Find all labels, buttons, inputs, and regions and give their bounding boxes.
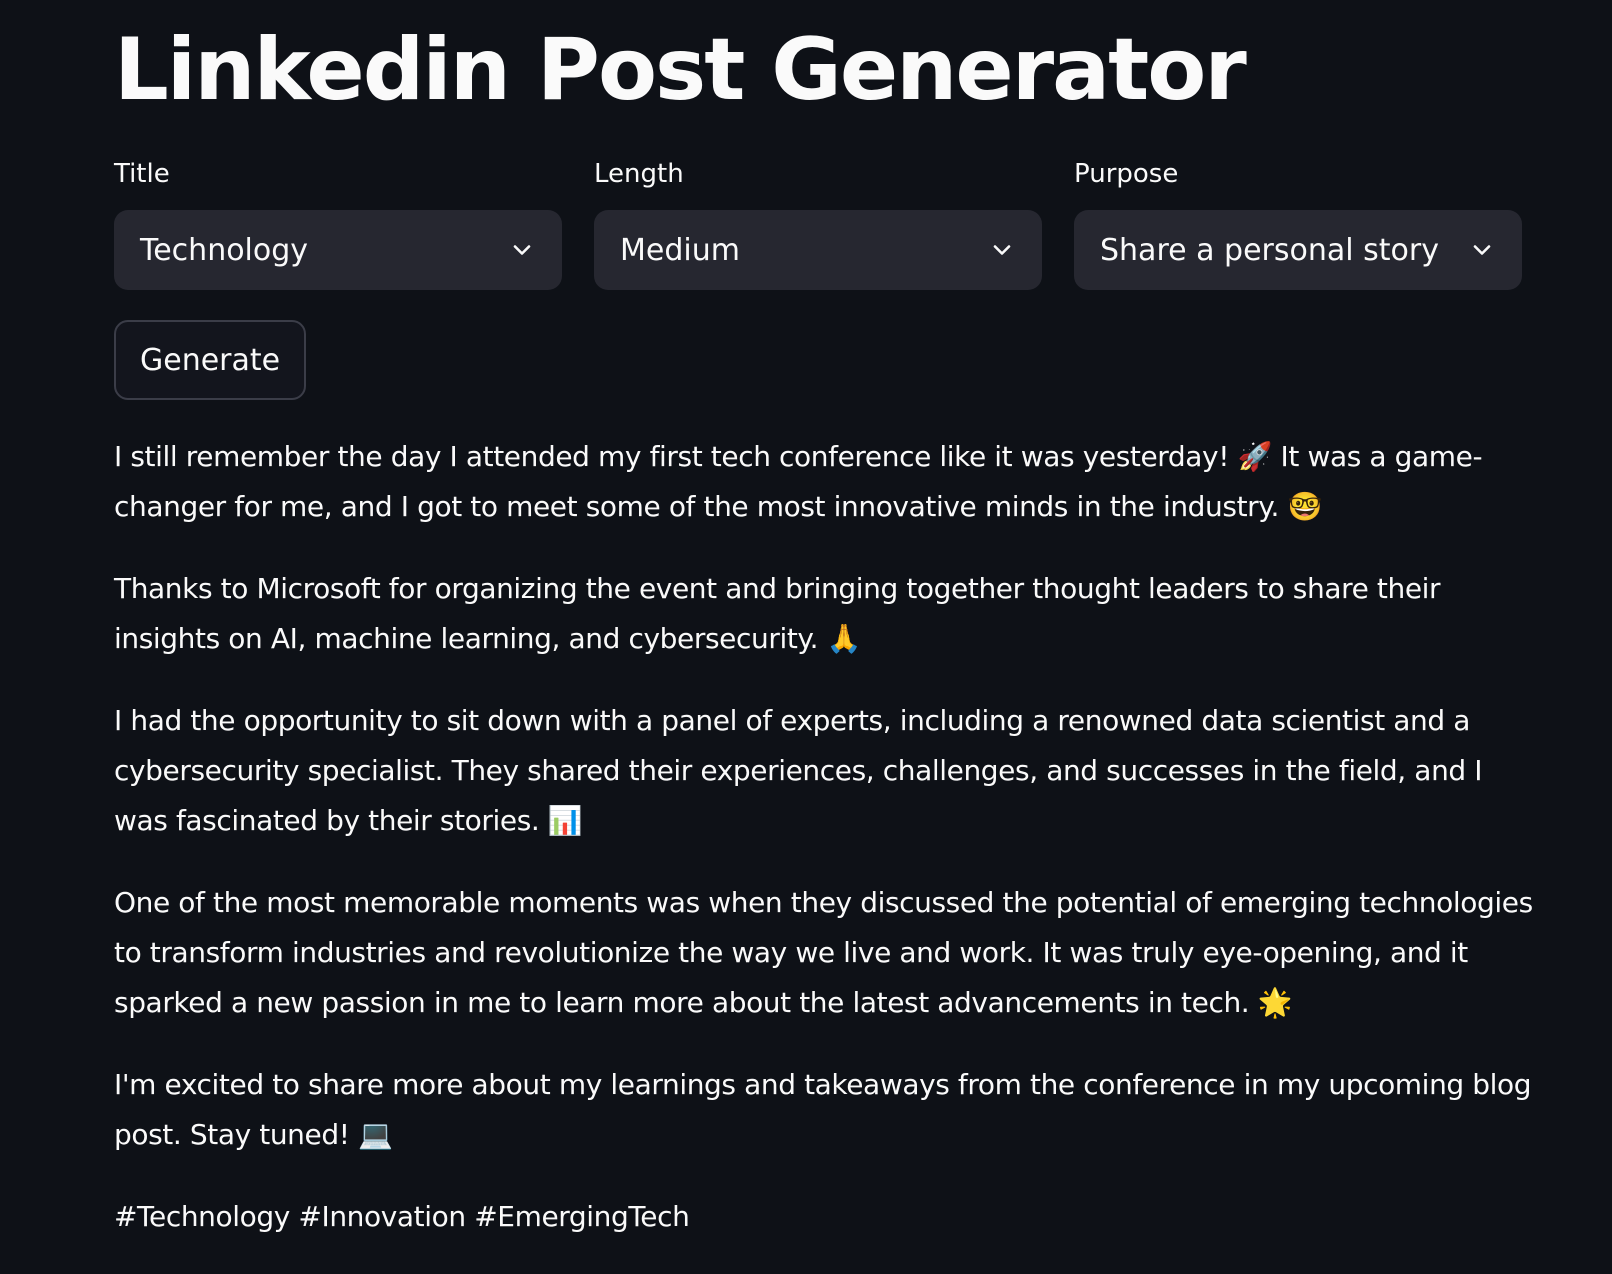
controls-row: Title Technology Length Medium Purpose S… xyxy=(114,156,1522,290)
title-label: Title xyxy=(114,159,170,189)
generate-button[interactable]: Generate xyxy=(114,320,307,400)
post-paragraph: One of the most memorable moments was wh… xyxy=(114,886,1533,1019)
generated-post: I still remember the day I attended my f… xyxy=(114,432,1534,1274)
post-paragraph: I still remember the day I attended my f… xyxy=(114,440,1483,523)
post-paragraph: Thanks to Microsoft for organizing the e… xyxy=(114,572,1441,655)
chevron-down-icon xyxy=(988,236,1016,264)
length-select[interactable]: Medium xyxy=(594,210,1042,290)
post-hashtags: #Technology #Innovation #EmergingTech xyxy=(114,1200,690,1233)
post-paragraph: I had the opportunity to sit down with a… xyxy=(114,704,1483,837)
purpose-select-value: Share a personal story xyxy=(1100,232,1439,268)
purpose-label: Purpose xyxy=(1074,159,1179,189)
chevron-down-icon xyxy=(1468,236,1496,264)
purpose-control: Purpose Share a personal story xyxy=(1074,156,1522,290)
page-title: Linkedin Post Generator xyxy=(114,20,1247,120)
post-paragraph: I'm excited to share more about my learn… xyxy=(114,1068,1532,1151)
chevron-down-icon xyxy=(508,236,536,264)
length-control: Length Medium xyxy=(594,156,1042,290)
title-control: Title Technology xyxy=(114,156,562,290)
title-select-value: Technology xyxy=(140,232,309,268)
length-select-value: Medium xyxy=(620,232,740,268)
length-label: Length xyxy=(594,159,684,189)
title-select[interactable]: Technology xyxy=(114,210,562,290)
purpose-select[interactable]: Share a personal story xyxy=(1074,210,1522,290)
